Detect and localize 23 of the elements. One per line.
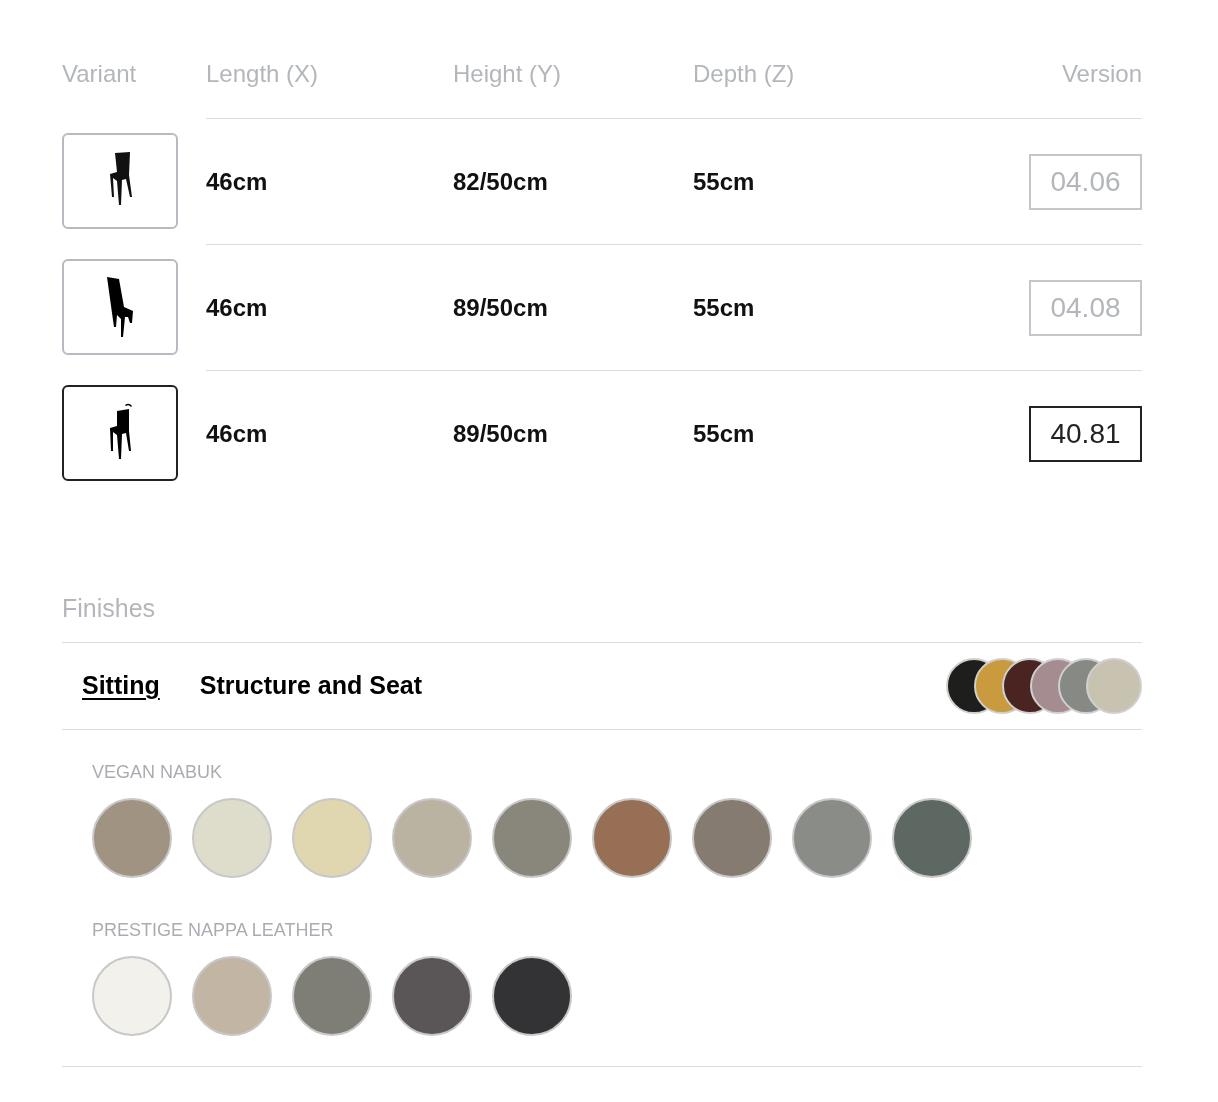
column-header: Length (X) [206,59,320,89]
dimension-value: 46cm [206,166,269,197]
variant-tile[interactable] [62,133,178,229]
finish-tab[interactable]: Structure and Seat [199,666,423,705]
finish-tab[interactable]: Sitting [82,666,160,705]
dimension-value: 46cm [206,292,269,323]
column-header: Height (Y) [453,59,563,89]
variant-tile[interactable] [62,259,178,355]
dimension-value: 89/50cm [453,418,549,449]
dimension-value: 89/50cm [453,292,549,323]
dimension-value: 55cm [693,292,756,323]
variant-tile[interactable] [62,385,178,481]
dimension-value: 46cm [206,418,269,449]
material-name: PRESTIGE NAPPA LEATHER [92,918,335,942]
section-title: Finishes [62,593,157,624]
column-header: Variant [62,59,138,89]
dimension-value: 82/50cm [453,166,549,197]
version-button[interactable]: 40.81 [1029,405,1142,462]
material-name: VEGAN NABUK [92,760,224,784]
column-header: Depth (Z) [693,59,796,89]
dimension-value: 55cm [693,418,756,449]
column-header: Version [1060,59,1142,89]
dimension-value: 55cm [693,166,756,197]
